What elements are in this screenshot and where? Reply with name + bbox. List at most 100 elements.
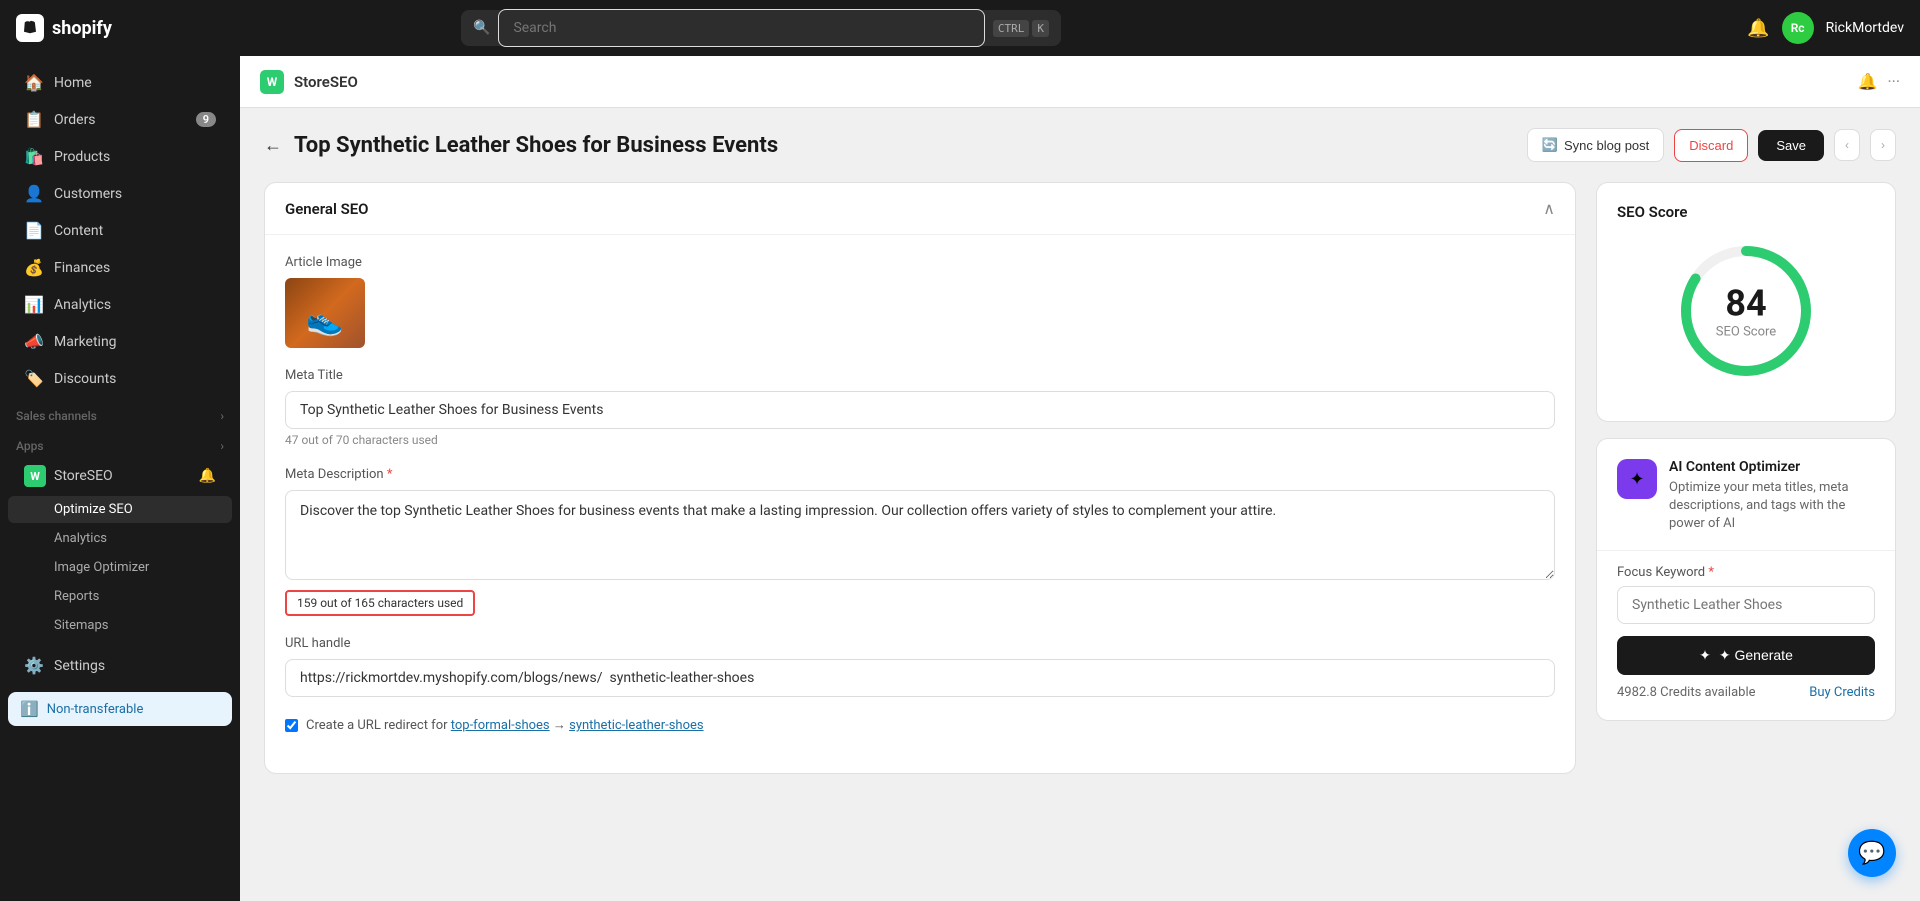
ai-card-description: Optimize your meta titles, meta descript… bbox=[1669, 479, 1875, 534]
meta-description-section: Meta Description * Discover the top Synt… bbox=[285, 467, 1555, 616]
optimize-seo-label: Optimize SEO bbox=[54, 502, 133, 517]
ai-icon: ✦ bbox=[1617, 459, 1657, 499]
storeseo-bell-icon[interactable]: 🔔 bbox=[199, 468, 216, 484]
app-bell-icon[interactable]: 🔔 bbox=[1858, 72, 1878, 91]
focus-keyword-label: Focus Keyword * bbox=[1617, 565, 1875, 580]
app-header: W StoreSEO 🔔 ··· bbox=[240, 56, 1920, 108]
sales-channels-chevron-icon[interactable]: › bbox=[220, 409, 224, 423]
sync-blog-post-button[interactable]: 🔄 Sync blog post bbox=[1527, 128, 1664, 162]
marketing-icon: 📣 bbox=[24, 332, 44, 351]
sidebar: 🏠 Home 📋 Orders 9 🛍️ Products 👤 Customer… bbox=[0, 56, 240, 901]
collapse-icon[interactable]: ∧ bbox=[1543, 199, 1555, 218]
main-column: General SEO ∧ Article Image 👟 bbox=[264, 182, 1576, 774]
sidebar-item-discounts[interactable]: 🏷️ Discounts bbox=[8, 361, 232, 396]
search-bar[interactable]: 🔍 CTRL K bbox=[461, 10, 1061, 46]
url-redirect-from: top-formal-shoes bbox=[451, 718, 550, 733]
sidebar-item-image-optimizer[interactable]: Image Optimizer bbox=[8, 554, 232, 581]
article-image[interactable]: 👟 bbox=[285, 278, 365, 348]
generate-button[interactable]: ✦ ✦ Generate bbox=[1617, 636, 1875, 675]
sidebar-item-sitemaps[interactable]: Sitemaps bbox=[8, 612, 232, 639]
discounts-icon: 🏷️ bbox=[24, 369, 44, 388]
storeseo-icon: W bbox=[24, 465, 46, 487]
url-redirect-checkbox[interactable] bbox=[285, 719, 298, 732]
ai-card-text: AI Content Optimizer Optimize your meta … bbox=[1669, 459, 1875, 534]
prev-nav-button[interactable]: ‹ bbox=[1834, 129, 1860, 161]
sidebar-item-label: Discounts bbox=[54, 371, 116, 387]
topbar: shopify 🔍 CTRL K 🔔 Rc RickMortdev bbox=[0, 0, 1920, 56]
image-optimizer-label: Image Optimizer bbox=[54, 560, 149, 575]
analytics-icon: 📊 bbox=[24, 295, 44, 314]
sidebar-item-label: Home bbox=[54, 75, 92, 91]
sidebar-item-customers[interactable]: 👤 Customers bbox=[8, 176, 232, 211]
required-asterisk: * bbox=[387, 467, 393, 482]
apps-chevron-icon[interactable]: › bbox=[220, 439, 224, 453]
article-image-label: Article Image bbox=[285, 255, 1555, 270]
shoe-thumbnail: 👟 bbox=[306, 303, 343, 338]
focus-keyword-input[interactable] bbox=[1617, 586, 1875, 624]
topbar-right: 🔔 Rc RickMortdev bbox=[1747, 12, 1904, 44]
sidebar-item-marketing[interactable]: 📣 Marketing bbox=[8, 324, 232, 359]
chat-bubble[interactable]: 💬 bbox=[1848, 829, 1896, 877]
focus-keyword-required: * bbox=[1708, 565, 1714, 580]
customers-icon: 👤 bbox=[24, 184, 44, 203]
page-content: ← Top Synthetic Leather Shoes for Busine… bbox=[240, 108, 1920, 901]
shopify-wordmark: shopify bbox=[52, 18, 112, 39]
meta-title-label: Meta Title bbox=[285, 368, 1555, 383]
apps-section: Apps › bbox=[0, 427, 240, 457]
home-icon: 🏠 bbox=[24, 73, 44, 92]
circle-text: 84 SEO Score bbox=[1716, 283, 1776, 340]
ai-card-form: Focus Keyword * ✦ ✦ Generate 4982.8 Cred… bbox=[1617, 551, 1875, 700]
seo-score-number: 84 bbox=[1716, 283, 1776, 325]
general-seo-card-body: Article Image 👟 Meta Title 47 out of 70 … bbox=[265, 235, 1575, 773]
app-more-icon[interactable]: ··· bbox=[1887, 72, 1900, 91]
save-button[interactable]: Save bbox=[1758, 130, 1824, 161]
sidebar-item-orders[interactable]: 📋 Orders 9 bbox=[8, 102, 232, 137]
chat-bubble-icon: 💬 bbox=[1858, 841, 1885, 866]
sidebar-item-finances[interactable]: 💰 Finances bbox=[8, 250, 232, 285]
sub-analytics-label: Analytics bbox=[54, 531, 107, 546]
username-label: RickMortdev bbox=[1826, 20, 1904, 36]
sidebar-item-optimize-seo[interactable]: Optimize SEO bbox=[8, 496, 232, 523]
page-title: Top Synthetic Leather Shoes for Business… bbox=[294, 133, 778, 158]
sidebar-item-reports[interactable]: Reports bbox=[8, 583, 232, 610]
orders-badge: 9 bbox=[196, 112, 216, 127]
search-input[interactable] bbox=[498, 9, 984, 47]
info-icon: ℹ️ bbox=[20, 700, 39, 718]
sidebar-item-settings[interactable]: ⚙️ Settings bbox=[8, 648, 232, 683]
shopify-bag-icon bbox=[16, 14, 44, 42]
reports-label: Reports bbox=[54, 589, 99, 604]
avatar[interactable]: Rc bbox=[1782, 12, 1814, 44]
discard-button[interactable]: Discard bbox=[1674, 129, 1748, 162]
content-area: W StoreSEO 🔔 ··· ← Top Synthetic Leather… bbox=[240, 56, 1920, 901]
app-header-right: 🔔 ··· bbox=[1858, 72, 1900, 91]
content-icon: 📄 bbox=[24, 221, 44, 240]
sync-label: Sync blog post bbox=[1564, 138, 1649, 153]
seo-score-circle: 84 SEO Score bbox=[1676, 241, 1816, 381]
general-seo-card: General SEO ∧ Article Image 👟 bbox=[264, 182, 1576, 774]
page-header: ← Top Synthetic Leather Shoes for Busine… bbox=[264, 128, 1896, 162]
url-handle-input[interactable] bbox=[285, 659, 1555, 697]
page-header-left: ← Top Synthetic Leather Shoes for Busine… bbox=[264, 133, 778, 158]
sidebar-item-sub-analytics[interactable]: Analytics bbox=[8, 525, 232, 552]
generate-label: ✦ Generate bbox=[1719, 647, 1793, 664]
sidebar-item-content[interactable]: 📄 Content bbox=[8, 213, 232, 248]
ai-content-optimizer-card: ✦ AI Content Optimizer Optimize your met… bbox=[1596, 438, 1896, 721]
url-handle-label: URL handle bbox=[285, 636, 1555, 651]
next-nav-button[interactable]: › bbox=[1870, 129, 1896, 161]
sitemaps-label: Sitemaps bbox=[54, 618, 109, 633]
sidebar-item-analytics[interactable]: 📊 Analytics bbox=[8, 287, 232, 322]
storeseo-app-logo: W bbox=[260, 70, 284, 94]
page-header-actions: 🔄 Sync blog post Discard Save ‹ › bbox=[1527, 128, 1896, 162]
back-button[interactable]: ← bbox=[264, 135, 282, 156]
credits-available: 4982.8 Credits available bbox=[1617, 685, 1756, 700]
buy-credits-link[interactable]: Buy Credits bbox=[1809, 685, 1875, 700]
storeseo-item[interactable]: W StoreSEO 🔔 bbox=[8, 458, 232, 494]
sidebar-item-home[interactable]: 🏠 Home bbox=[8, 65, 232, 100]
meta-title-input[interactable] bbox=[285, 391, 1555, 429]
meta-description-textarea[interactable]: Discover the top Synthetic Leather Shoes… bbox=[285, 490, 1555, 580]
notifications-bell-icon[interactable]: 🔔 bbox=[1747, 18, 1769, 39]
products-icon: 🛍️ bbox=[24, 147, 44, 166]
sidebar-item-products[interactable]: 🛍️ Products bbox=[8, 139, 232, 174]
orders-icon: 📋 bbox=[24, 110, 44, 129]
shopify-logo: shopify bbox=[16, 14, 112, 42]
